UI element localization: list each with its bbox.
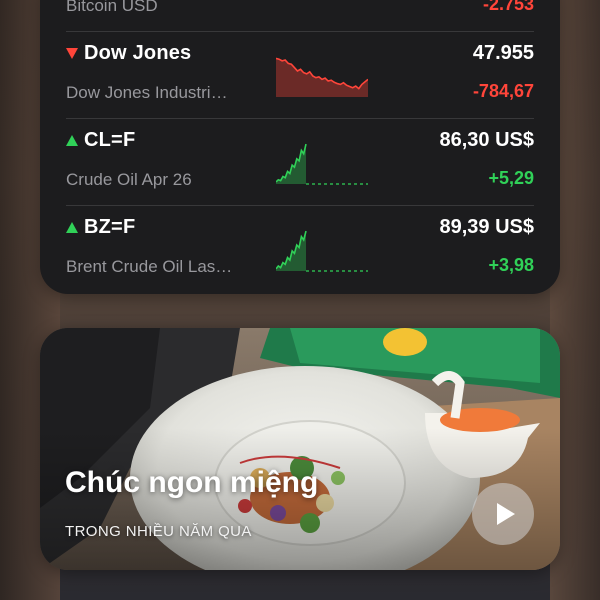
stocks-widget[interactable]: Bitcoin USD -2.753 Dow Jones Dow Jones I…	[40, 0, 560, 294]
stock-symbol: CL=F	[84, 129, 136, 151]
stock-name: Dow Jones Industri…	[66, 83, 228, 102]
stock-price: 47.955	[472, 42, 534, 64]
stock-row-cl-f[interactable]: CL=F Crude Oil Apr 26 86,30 US$ +5,29	[66, 118, 534, 206]
stock-change: +5,29	[488, 168, 534, 188]
stock-row-bitcoin[interactable]: Bitcoin USD -2.753	[66, 0, 534, 32]
sparkline-chart	[276, 143, 368, 185]
play-icon	[496, 503, 515, 525]
stock-change: -784,67	[472, 81, 534, 101]
stock-name: Bitcoin USD	[66, 0, 158, 15]
stock-row-dow-jones[interactable]: Dow Jones Dow Jones Industri… 47.955 -78…	[66, 31, 534, 119]
stock-symbol-line: BZ=F	[66, 216, 135, 239]
up-triangle-icon	[66, 135, 78, 146]
play-button[interactable]	[472, 483, 534, 545]
stock-symbol-line: CL=F	[66, 129, 135, 152]
stock-symbol: Dow Jones	[84, 42, 192, 64]
stock-change: -2.753	[482, 0, 534, 14]
down-triangle-icon	[66, 48, 78, 59]
memory-subtitle: TRONG NHIỀU NĂM QUA	[65, 523, 252, 540]
photo-memory-widget[interactable]: Chúc ngon miệng TRONG NHIỀU NĂM QUA	[40, 328, 560, 570]
stock-name: Brent Crude Oil Las…	[66, 257, 233, 276]
memory-title: Chúc ngon miệng	[65, 466, 319, 499]
stock-price: 86,30 US$	[439, 129, 534, 151]
stock-symbol: BZ=F	[84, 216, 136, 238]
sparkline-chart	[276, 230, 368, 272]
stock-row-bz-f[interactable]: BZ=F Brent Crude Oil Las… 89,39 US$ +3,9…	[66, 205, 534, 292]
stock-symbol-line: Dow Jones	[66, 42, 191, 65]
stock-change: +3,98	[488, 255, 534, 275]
stock-price: 89,39 US$	[439, 216, 534, 238]
up-triangle-icon	[66, 222, 78, 233]
stock-name: Crude Oil Apr 26	[66, 170, 192, 189]
sparkline-chart	[276, 57, 368, 97]
